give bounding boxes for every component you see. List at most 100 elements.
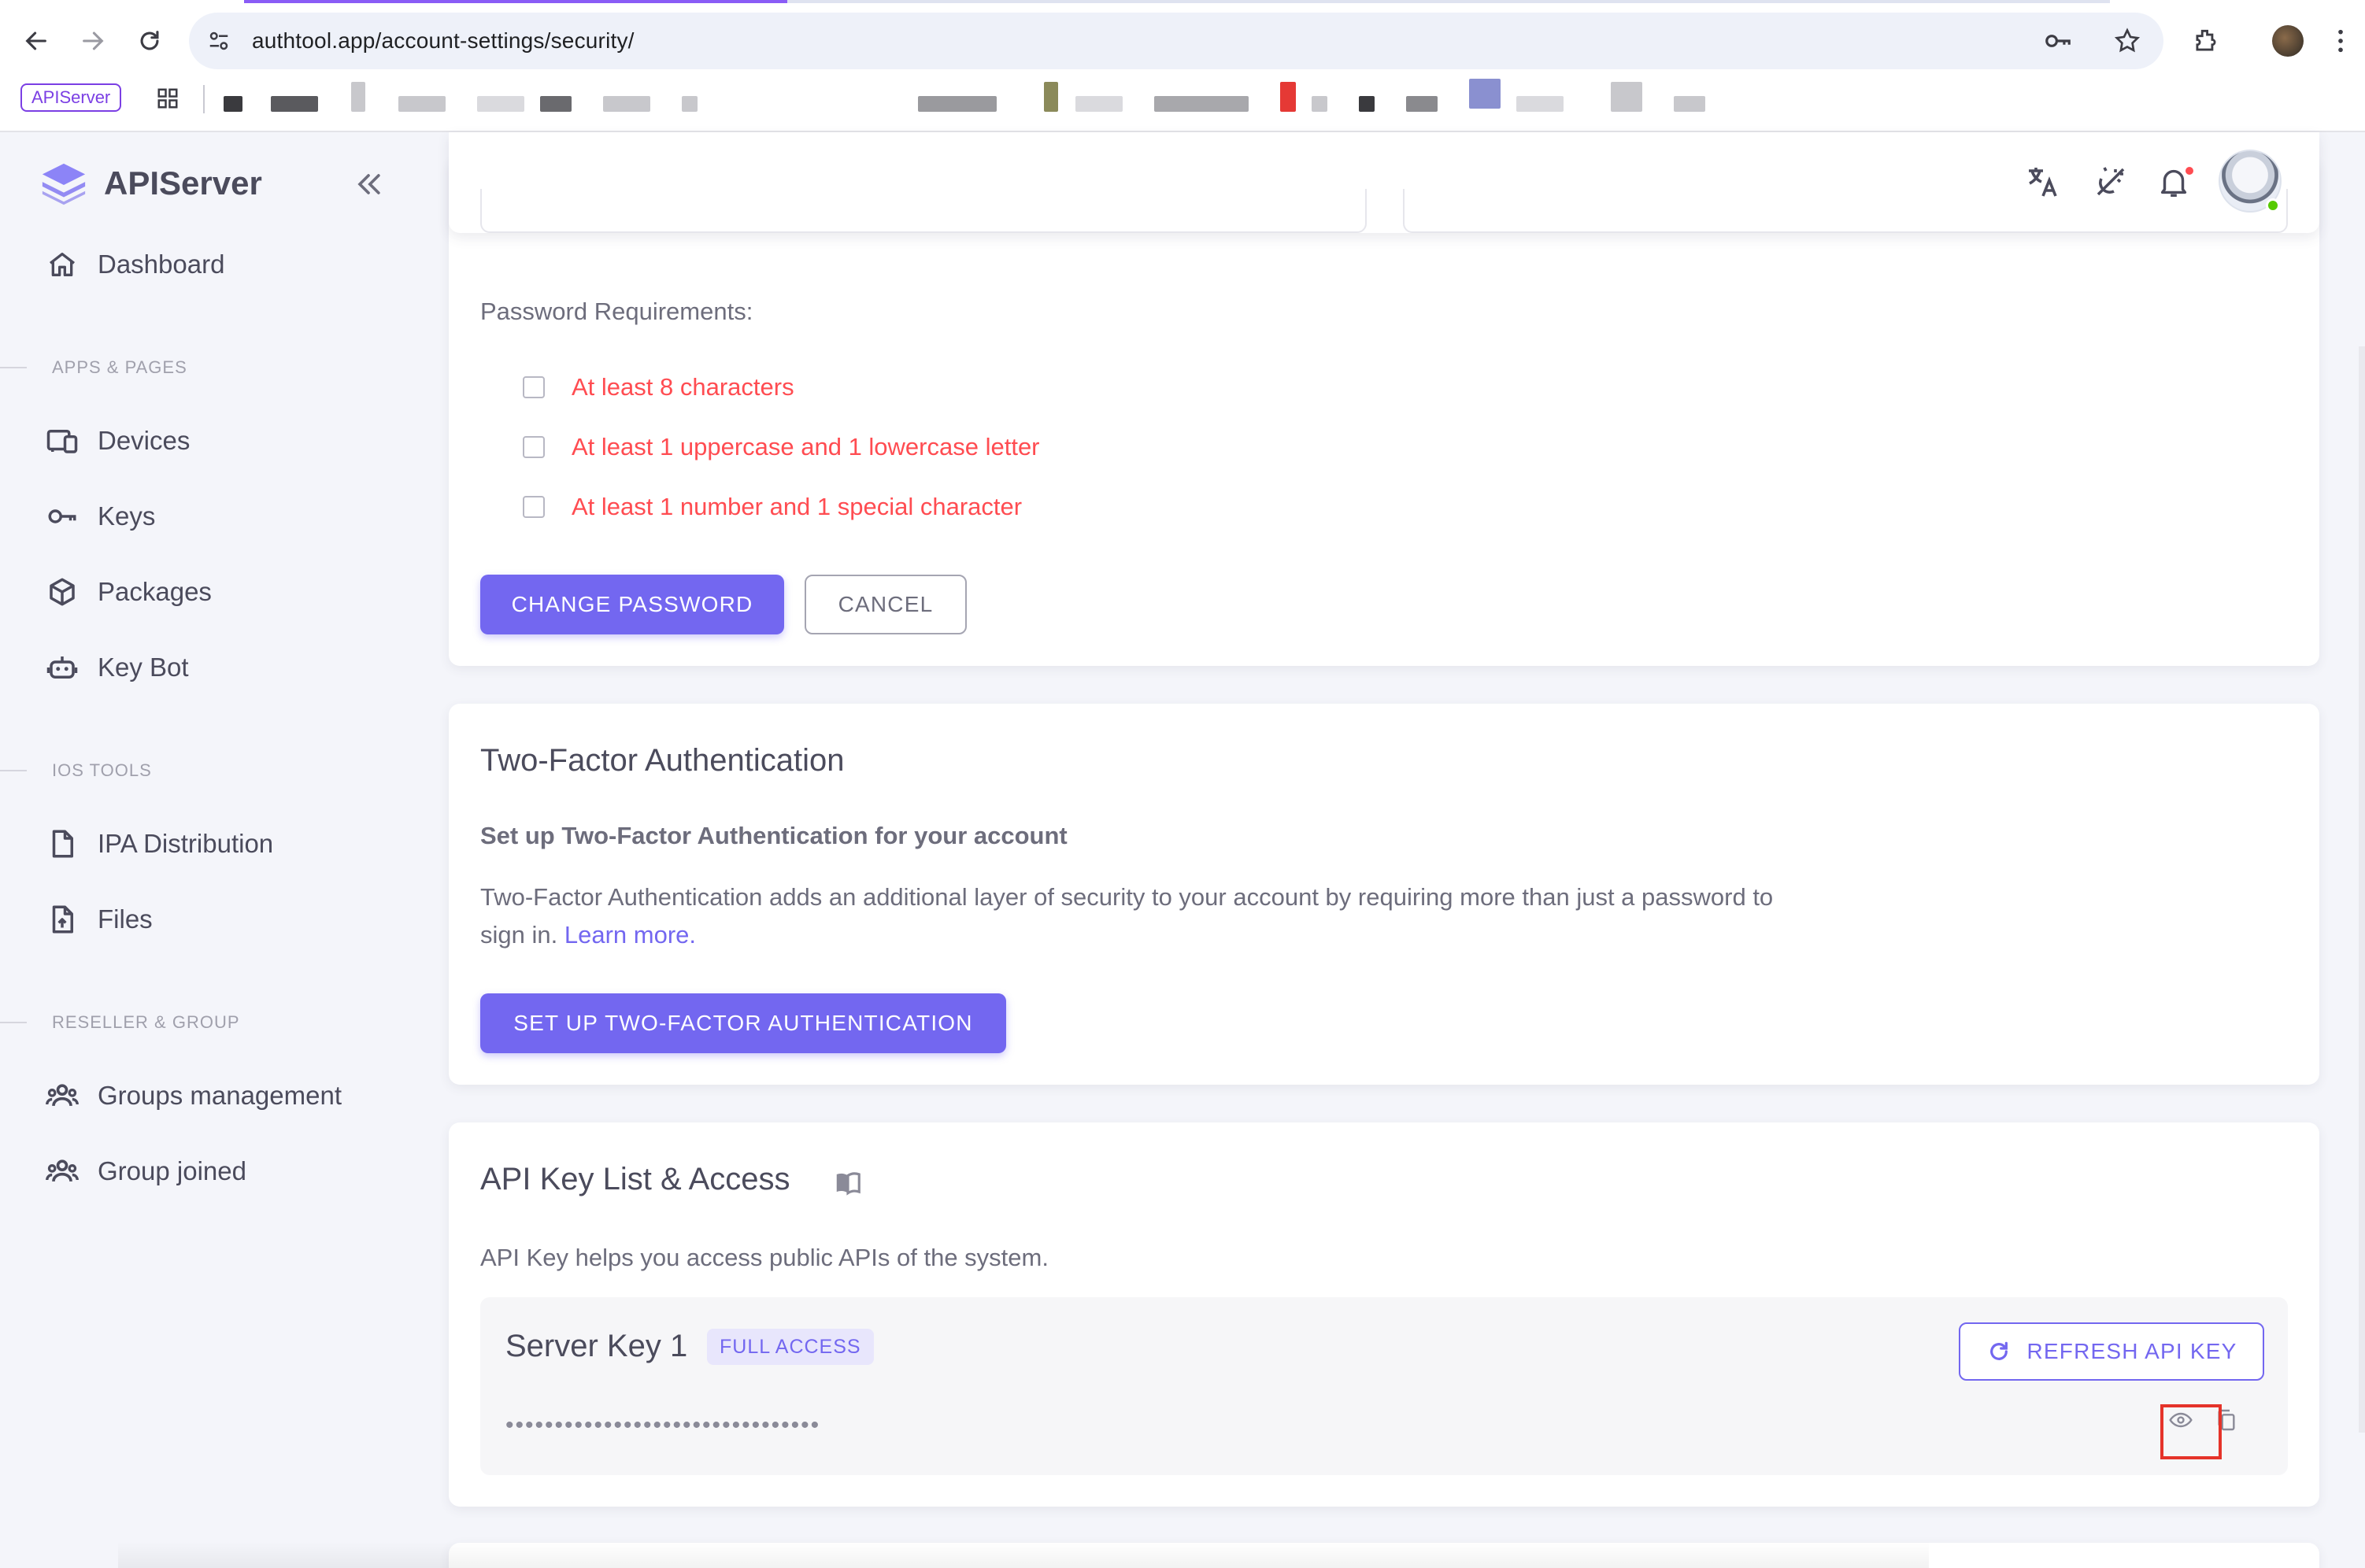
reload-button[interactable]: [129, 20, 170, 61]
browser-chrome: authtool.app/account-settings/security/ …: [0, 0, 2365, 132]
bookmark-item[interactable]: [398, 96, 446, 112]
bookmark-item[interactable]: [603, 96, 650, 112]
forward-button[interactable]: [72, 20, 113, 61]
sidebar-item-key-bot[interactable]: Key Bot: [44, 644, 189, 691]
tab-indicator: [244, 0, 787, 3]
sidebar-item-ipa-distribution[interactable]: IPA Distribution: [44, 820, 273, 867]
requirement-checkbox[interactable]: [523, 496, 545, 518]
requirement-item: At least 1 number and 1 special characte…: [523, 491, 1022, 523]
change-password-button[interactable]: CHANGE PASSWORD: [480, 575, 784, 634]
section-reseller-group: RESELLER & GROUP: [0, 1011, 240, 1034]
profile-avatar[interactable]: [2272, 25, 2304, 57]
star-icon[interactable]: [2110, 24, 2145, 58]
two-factor-description: Two-Factor Authentication adds an additi…: [480, 878, 1819, 954]
two-factor-title: Two-Factor Authentication: [480, 743, 845, 778]
sidebar-item-label: Packages: [98, 577, 212, 606]
sidebar-item-label: Keys: [98, 501, 156, 531]
bookmark-item[interactable]: [1611, 82, 1642, 112]
bookmark-item[interactable]: [918, 96, 997, 112]
learn-more-link[interactable]: Learn more.: [564, 921, 696, 949]
notification-dot: [2184, 165, 2195, 176]
file-upload-icon: [44, 901, 80, 937]
sidebar-item-label: Devices: [98, 426, 191, 455]
bookmarks-bar: APIServer: [0, 79, 2365, 124]
sidebar-item-files[interactable]: Files: [44, 896, 153, 943]
file-icon: [44, 826, 80, 862]
url-path: /account-settings/security/: [375, 28, 635, 53]
bookmark-item[interactable]: [224, 96, 242, 112]
site-settings-icon[interactable]: [203, 25, 235, 57]
reload-icon: [140, 31, 159, 50]
password-field-partial[interactable]: [480, 189, 1367, 233]
brand[interactable]: APIServer: [39, 159, 262, 208]
refresh-api-key-button[interactable]: REFRESH API KEY: [1959, 1322, 2264, 1381]
api-key-title: API Key List & Access: [480, 1162, 790, 1196]
bookmark-item[interactable]: [351, 82, 365, 112]
bookmark-item[interactable]: [682, 96, 698, 112]
setup-two-factor-button[interactable]: SET UP TWO-FACTOR AUTHENTICATION: [480, 993, 1006, 1053]
bottom-shadow: [118, 1541, 1929, 1568]
refresh-icon: [1989, 1341, 2008, 1360]
sidebar-item-packages[interactable]: Packages: [44, 568, 212, 616]
back-button[interactable]: [16, 20, 57, 61]
requirement-item: At least 1 uppercase and 1 lowercase let…: [523, 431, 1040, 463]
requirement-checkbox[interactable]: [523, 376, 545, 398]
theme-icon[interactable]: [2089, 161, 2132, 203]
collapse-icon[interactable]: [351, 167, 386, 202]
highlight-box: [2160, 1404, 2222, 1459]
bookmark-item[interactable]: [1312, 96, 1327, 112]
refresh-api-key-label: REFRESH API KEY: [2026, 1339, 2237, 1363]
sidebar-item-devices[interactable]: Devices: [44, 417, 190, 464]
bookmark-item[interactable]: [1280, 82, 1296, 112]
requirement-text: At least 1 number and 1 special characte…: [572, 493, 1023, 520]
sidebar-item-keys[interactable]: Keys: [44, 493, 155, 540]
section-ios-tools: IOS TOOLS: [0, 759, 152, 782]
requirement-item: At least 8 characters: [523, 372, 794, 403]
sidebar-item-label: Dashboard: [98, 250, 225, 279]
bookmark-item[interactable]: [1674, 96, 1705, 112]
apps-grid-icon[interactable]: [156, 87, 180, 110]
url-host: authtool.app: [252, 28, 376, 53]
bookmark-item[interactable]: [1044, 82, 1058, 112]
bookmark-item[interactable]: [1406, 96, 1438, 112]
book-icon[interactable]: [833, 1168, 864, 1200]
bookmark-item[interactable]: [1469, 79, 1501, 109]
scrollbar[interactable]: [2359, 346, 2365, 1433]
bookmark-item[interactable]: [1075, 96, 1123, 112]
bookmark-item[interactable]: [477, 96, 524, 112]
sidebar-item-label: Group joined: [98, 1156, 246, 1185]
bookmark-item[interactable]: [1516, 96, 1564, 112]
bookmark-item[interactable]: [1359, 96, 1375, 112]
bookmark-item[interactable]: [540, 96, 572, 112]
sidebar-item-label: Key Bot: [98, 653, 189, 682]
api-key-description: API Key helps you access public APIs of …: [480, 1244, 1049, 1271]
sidebar-item-dashboard[interactable]: Dashboard: [44, 241, 224, 288]
key-icon: [44, 498, 80, 534]
sidebar-item-group-joined[interactable]: Group joined: [44, 1148, 246, 1195]
brand-logo-icon: [42, 163, 86, 205]
cancel-button[interactable]: CANCEL: [805, 575, 967, 634]
forward-icon: [83, 31, 104, 50]
home-icon: [44, 246, 80, 283]
bookmark-separator: [203, 85, 205, 113]
bookmark-item[interactable]: [1154, 96, 1249, 112]
two-factor-subtitle: Set up Two-Factor Authentication for you…: [480, 822, 1068, 849]
url-text[interactable]: authtool.app/account-settings/security/: [252, 28, 635, 54]
requirement-text: At least 8 characters: [572, 373, 794, 401]
section-label: IOS TOOLS: [52, 760, 152, 780]
sidebar: APIServer Dashboard APPS & PAGES Devices…: [0, 132, 425, 1568]
password-key-icon[interactable]: [2041, 24, 2075, 58]
bookmark-item[interactable]: [271, 96, 318, 112]
bookmark-apiserver[interactable]: APIServer: [20, 83, 122, 112]
two-factor-card: Two-Factor Authentication Set up Two-Fac…: [449, 704, 2319, 1085]
change-password-card: Password Requirements: At least 8 charac…: [449, 157, 2319, 666]
requirement-text: At least 1 uppercase and 1 lowercase let…: [572, 433, 1040, 460]
sidebar-item-groups-management[interactable]: Groups management: [44, 1072, 342, 1119]
menu-icon[interactable]: [2329, 24, 2352, 58]
requirement-checkbox[interactable]: [523, 436, 545, 458]
translate-icon[interactable]: [2022, 161, 2064, 203]
extensions-icon[interactable]: [2189, 24, 2223, 58]
sidebar-item-label: IPA Distribution: [98, 829, 274, 858]
address-bar[interactable]: authtool.app/account-settings/security/: [189, 13, 2163, 69]
group-icon: [44, 1078, 80, 1114]
